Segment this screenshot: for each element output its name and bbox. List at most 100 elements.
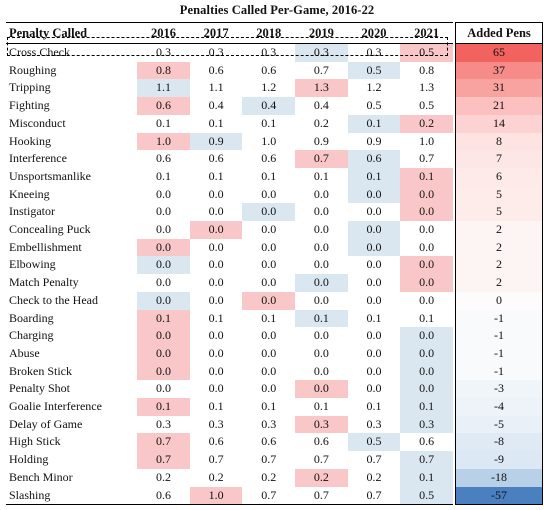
added-pens-row: -1 bbox=[455, 309, 543, 328]
value-cell-2021: 0.1 bbox=[400, 167, 453, 186]
value-cell-2016: 0.0 bbox=[155, 186, 171, 201]
table-row: Broken Stick 0.0 0.0 0.0 0.0 0.0 0.0 bbox=[6, 362, 453, 381]
value-cell-2018: 0.0 bbox=[261, 381, 277, 396]
penalty-name-cell: Penalty Shot bbox=[9, 381, 71, 396]
value-cell-2017: 0.1 bbox=[208, 168, 224, 183]
value-cell-2017: 0.0 bbox=[208, 257, 224, 272]
table-row: Cross Check 0.3 0.3 0.3 0.3 0.3 0.5 bbox=[6, 43, 453, 62]
column-header-2016: 2016 bbox=[137, 22, 190, 44]
value-cell-2020: 0.9 bbox=[366, 133, 382, 148]
value-cell-2021: 0.0 bbox=[400, 362, 453, 381]
value-cell-2016: 0.0 bbox=[137, 327, 190, 345]
value-cell-2020: 0.1 bbox=[347, 167, 401, 186]
penalties-table: Penalty Called 2016 2017 2018 2019 2020 … bbox=[6, 22, 453, 506]
value-cell-2020: 0.5 bbox=[347, 433, 401, 452]
value-cell-2020: 0.2 bbox=[366, 469, 382, 484]
value-cell-2021: 0.2 bbox=[400, 114, 453, 133]
value-cell-2017: 1.1 bbox=[208, 80, 224, 95]
added-pens-row: 0 bbox=[455, 291, 543, 310]
added-pens-row: 65 bbox=[455, 43, 543, 62]
table-row: Instigator 0.0 0.0 0.0 0.0 0.0 0.0 bbox=[6, 203, 453, 222]
value-cell-2020: 0.3 bbox=[366, 416, 382, 431]
penalty-name-cell: Slashing bbox=[6, 486, 138, 506]
value-cell-2016: 0.1 bbox=[155, 168, 171, 183]
value-cell-2017: 0.0 bbox=[208, 204, 224, 219]
added-pens-row: 2 bbox=[455, 238, 543, 257]
value-cell-2016: 0.0 bbox=[155, 222, 171, 237]
value-cell-2021: 0.0 bbox=[400, 327, 453, 345]
value-cell-2021: 0.0 bbox=[419, 222, 435, 237]
value-cell-2016: 0.3 bbox=[155, 45, 171, 59]
penalty-name-cell: Check to the Head bbox=[9, 292, 98, 307]
value-cell-2018: 0.6 bbox=[261, 151, 277, 166]
value-cell-2019: 0.0 bbox=[313, 328, 329, 343]
added-pens-cell: 65 bbox=[455, 43, 543, 62]
added-pens-row: -4 bbox=[455, 398, 543, 416]
added-pens-row: -1 bbox=[455, 362, 543, 381]
table-row: Unsportsmanlike 0.1 0.1 0.1 0.1 0.1 0.1 bbox=[6, 167, 453, 186]
added-pens-row: 7 bbox=[455, 150, 543, 168]
value-cell-2017: 0.0 bbox=[208, 363, 224, 378]
value-cell-2016: 1.0 bbox=[137, 132, 190, 151]
value-cell-2021: 0.5 bbox=[419, 98, 435, 113]
added-pens-cell: -8 bbox=[455, 433, 543, 452]
value-cell-2017: 0.1 bbox=[208, 115, 224, 130]
value-cell-2016: 1.1 bbox=[137, 79, 190, 98]
value-cell-2021: 0.0 bbox=[400, 203, 453, 222]
value-cell-2016: 0.2 bbox=[155, 469, 171, 484]
added-pens-row: 2 bbox=[455, 274, 543, 292]
added-pens-row: -9 bbox=[455, 451, 543, 469]
value-cell-2018: 0.0 bbox=[261, 345, 277, 360]
penalty-name-cell: Cross Check bbox=[9, 45, 70, 59]
added-pens-row: -57 bbox=[455, 486, 543, 506]
table-row: Concealing Puck 0.0 0.0 0.0 0.0 0.0 0.0 bbox=[6, 221, 453, 239]
value-cell-2018: 0.0 bbox=[261, 239, 277, 254]
header-row: Penalty Called 2016 2017 2018 2019 2020 … bbox=[6, 22, 453, 44]
value-cell-2017: 0.3 bbox=[208, 45, 224, 59]
value-cell-2018: 0.1 bbox=[261, 399, 277, 414]
value-cell-2018: 0.0 bbox=[242, 203, 296, 222]
added-pens-row: -5 bbox=[455, 415, 543, 434]
value-cell-2017: 0.0 bbox=[208, 275, 224, 290]
added-pens-row: 14 bbox=[455, 114, 543, 133]
value-cell-2021: 0.5 bbox=[400, 43, 453, 62]
table-row: Bench Minor 0.2 0.2 0.2 0.2 0.2 0.1 bbox=[6, 468, 453, 487]
penalty-name-cell: Abuse bbox=[9, 345, 40, 360]
added-pens-row: 5 bbox=[455, 185, 543, 204]
value-cell-2018: 0.1 bbox=[261, 168, 277, 183]
penalty-table-figure: Penalties Called Per-Game, 2016-22 Penal… bbox=[0, 0, 544, 510]
value-cell-2019: 0.4 bbox=[313, 98, 329, 113]
value-cell-2017: 0.1 bbox=[208, 399, 224, 414]
table-row: Delay of Game 0.3 0.3 0.3 0.3 0.3 0.3 bbox=[6, 415, 453, 434]
added-pens-row: -3 bbox=[455, 380, 543, 399]
table-body: Cross Check 0.3 0.3 0.3 0.3 0.3 0.5 Roughing 0.8… bbox=[6, 43, 453, 506]
table-row: Misconduct 0.1 0.1 0.1 0.2 0.1 0.2 bbox=[6, 114, 453, 133]
added-pens-cell: -18 bbox=[455, 468, 543, 487]
table-row: Elbowing 0.0 0.0 0.0 0.0 0.0 0.0 bbox=[6, 256, 453, 275]
value-cell-2020: 0.6 bbox=[347, 150, 401, 168]
value-cell-2017: 1.0 bbox=[189, 486, 243, 506]
added-pens-row: 31 bbox=[455, 79, 543, 98]
value-cell-2019: 0.1 bbox=[313, 399, 329, 414]
added-pens-cell: 8 bbox=[455, 132, 543, 151]
value-cell-2019: 0.7 bbox=[313, 452, 329, 467]
value-cell-2020: 0.0 bbox=[366, 204, 382, 219]
table-row: Boarding 0.1 0.1 0.1 0.1 0.1 0.1 bbox=[6, 309, 453, 328]
value-cell-2021: 0.0 bbox=[400, 380, 453, 399]
value-cell-2021: 0.1 bbox=[400, 398, 453, 416]
tables-container: Penalty Called 2016 2017 2018 2019 2020 … bbox=[0, 22, 544, 506]
value-cell-2016: 0.8 bbox=[137, 61, 190, 80]
value-cell-2018: 0.0 bbox=[242, 291, 296, 310]
value-cell-2017: 0.0 bbox=[208, 381, 224, 396]
value-cell-2016: 0.0 bbox=[137, 344, 190, 363]
value-cell-2020: 0.1 bbox=[366, 310, 382, 325]
value-cell-2020: 0.5 bbox=[347, 61, 401, 80]
penalty-name-cell: Embellishment bbox=[9, 239, 82, 254]
added-pens-cell: -1 bbox=[455, 344, 543, 363]
value-cell-2017: 0.0 bbox=[208, 328, 224, 343]
value-cell-2019: 0.7 bbox=[295, 150, 348, 168]
value-cell-2020: 0.0 bbox=[366, 345, 382, 360]
value-cell-2020: 0.0 bbox=[366, 292, 382, 307]
added-pens-cell: -3 bbox=[455, 380, 543, 399]
value-cell-2019: 0.0 bbox=[295, 380, 348, 399]
